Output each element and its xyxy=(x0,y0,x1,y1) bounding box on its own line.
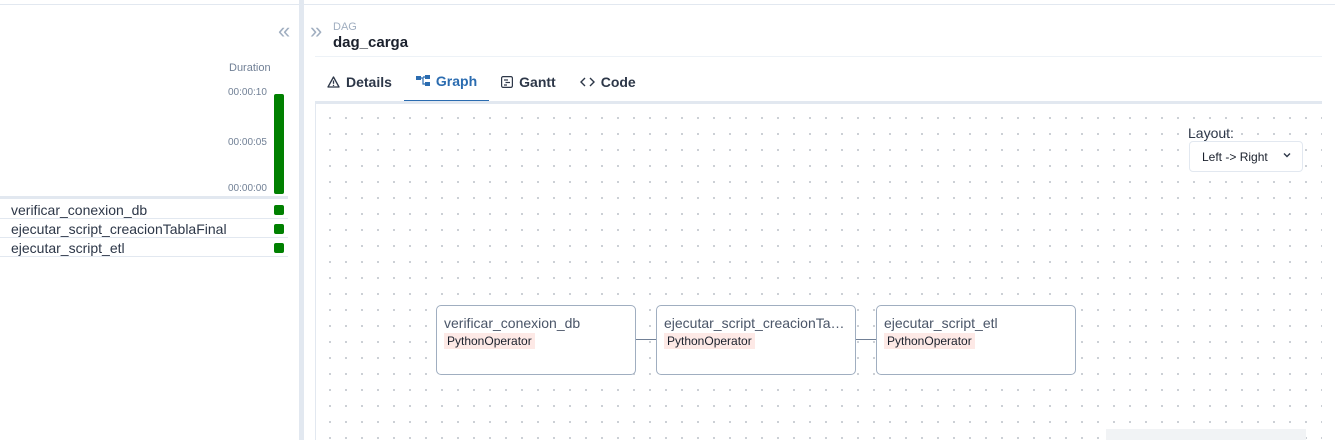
operator-badge: PythonOperator xyxy=(664,333,755,349)
grid-panel: « Duration 00:00:10 00:00:05 00:00:00 ve… xyxy=(0,0,298,440)
header-divider xyxy=(315,56,1322,57)
expand-details-button[interactable]: » xyxy=(310,20,322,42)
dag-run-duration-bar[interactable] xyxy=(274,94,284,194)
task-name: ejecutar_script_etl xyxy=(11,240,125,256)
graph-canvas[interactable] xyxy=(315,104,1322,440)
tab-details[interactable]: Details xyxy=(315,62,404,102)
duration-tick: 00:00:10 xyxy=(228,87,267,98)
tab-label: Gantt xyxy=(519,74,556,90)
dag-label: DAG xyxy=(333,21,357,33)
task-instance-status[interactable] xyxy=(274,205,284,215)
operator-badge: PythonOperator xyxy=(444,333,535,349)
gantt-icon xyxy=(501,76,514,88)
operator-badge: PythonOperator xyxy=(884,333,975,349)
dag-name[interactable]: dag_carga xyxy=(333,34,408,51)
layout-select[interactable]: Left -> Right xyxy=(1189,141,1303,172)
task-node-name: verificar_conexion_db xyxy=(444,315,581,331)
collapse-grid-button[interactable]: « xyxy=(278,20,290,42)
warning-triangle-icon xyxy=(327,76,340,88)
task-name: verificar_conexion_db xyxy=(11,202,148,218)
task-instance-status[interactable] xyxy=(274,243,284,253)
duration-tick: 00:00:05 xyxy=(228,137,267,148)
panel-resize-divider[interactable] xyxy=(299,0,304,440)
layout-label: Layout: xyxy=(1188,125,1234,141)
graph-edge xyxy=(856,339,876,340)
task-node-name: ejecutar_script_creacionTa… xyxy=(664,315,845,331)
layout-select-value: Left -> Right xyxy=(1202,149,1268,164)
graph-edge xyxy=(636,339,656,340)
canvas-scroll-area xyxy=(1106,429,1306,440)
details-tabs: Details Graph Gantt Code xyxy=(315,62,648,102)
tab-label: Graph xyxy=(435,73,478,89)
task-instance-status[interactable] xyxy=(274,224,284,234)
tab-code[interactable]: Code xyxy=(568,62,648,102)
tab-label: Code xyxy=(600,74,636,90)
task-row[interactable]: verificar_conexion_db xyxy=(0,200,288,219)
tab-label: Details xyxy=(346,74,392,90)
grid-separator xyxy=(0,196,288,199)
task-row[interactable]: ejecutar_script_creacionTablaFinal xyxy=(0,219,288,238)
task-node[interactable]: ejecutar_script_etl PythonOperator xyxy=(876,305,1076,375)
chevron-down-icon xyxy=(1282,150,1292,163)
duration-tick: 00:00:00 xyxy=(228,183,267,194)
task-name: ejecutar_script_creacionTablaFinal xyxy=(11,221,227,237)
task-node-name: ejecutar_script_etl xyxy=(884,315,998,331)
task-node[interactable]: ejecutar_script_creacionTa… PythonOperat… xyxy=(656,305,856,375)
code-icon xyxy=(579,76,595,88)
task-node[interactable]: verificar_conexion_db PythonOperator xyxy=(436,305,636,375)
tab-graph[interactable]: Graph xyxy=(403,62,490,102)
duration-label: Duration xyxy=(229,62,271,74)
task-row[interactable]: ejecutar_script_etl xyxy=(0,238,288,257)
graph-icon xyxy=(415,75,430,87)
tab-gantt[interactable]: Gantt xyxy=(489,62,568,102)
